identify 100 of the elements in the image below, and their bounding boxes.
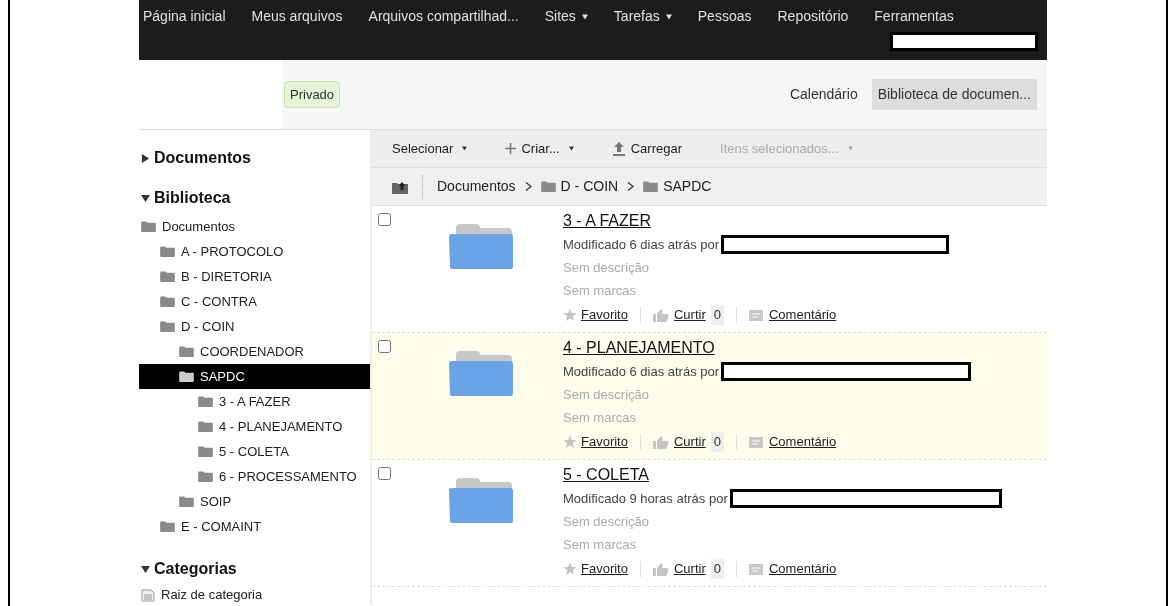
thumbs-up-icon [652,308,669,322]
tags-text: Sem marcas [563,409,636,427]
tree-item[interactable]: COORDENADOR [139,339,370,364]
section-heading[interactable]: Documentos [154,146,251,170]
like-link[interactable]: Curtir [652,305,706,325]
favorite-link[interactable]: Favorito [563,432,628,452]
tree-item[interactable]: 6 - PROCESSAMENTO [139,464,370,489]
header-tab[interactable]: Biblioteca de documen... [871,79,1037,110]
folder-icon [160,296,175,307]
tags-text: Sem marcas [563,282,636,300]
like-count: 0 [710,305,724,325]
tree-item[interactable]: SOIP [139,489,370,514]
comment-link[interactable]: Comentário [749,559,837,579]
toolbar-button[interactable]: Carregar [611,138,683,159]
collapse-arrow-icon[interactable] [141,193,150,203]
folder-icon [198,471,213,482]
breadcrumb-link[interactable]: Documentos [437,176,516,197]
nav-link[interactable]: Sites [544,6,588,27]
tree-item[interactable]: D - COIN [139,314,370,339]
tree-item[interactable]: 3 - A FAZER [139,389,370,414]
folder-icon [179,346,194,357]
folder-title-link[interactable]: 4 - PLANEJAMENTO [563,338,715,358]
toolbar-button[interactable]: Criar... [505,138,574,159]
tree-item[interactable]: SAPDC [139,364,370,389]
nav-link[interactable]: Pessoas [697,6,752,27]
tree-item[interactable]: E - COMAINT [139,514,370,539]
tree-item[interactable]: A - PROTOCOLO [139,239,370,264]
nav-link[interactable]: Meus arquivos [251,6,343,27]
folder-icon [179,371,194,382]
modified-text: Modificado 9 horas atrás por [563,489,728,508]
comment-link[interactable]: Comentário [749,305,837,325]
star-icon [563,308,577,322]
tags-text: Sem marcas [563,536,636,554]
folder-icon [643,181,659,192]
nav-link[interactable]: Ferramentas [874,6,954,27]
folder-icon [160,271,175,282]
nav-link[interactable]: Página inicial [143,6,226,27]
caret-icon [665,13,672,20]
folder-icon[interactable] [448,476,514,524]
like-link[interactable]: Curtir [652,432,706,452]
folder-icon[interactable] [448,349,514,397]
tree-item[interactable]: Documentos [139,214,370,239]
privacy-badge: Privado [284,80,341,109]
nav-link[interactable]: Tarefas [613,6,672,27]
modified-text: Modificado 6 dias atrás por [563,235,720,254]
caret-icon [568,146,574,151]
folder-icon[interactable] [448,222,514,270]
like-count: 0 [710,559,724,579]
folder-icon [160,246,175,257]
folder-icon [160,521,175,532]
chevron-icon [524,182,532,191]
category-link[interactable]: Raiz de categoria [161,585,263,605]
header-tab[interactable]: Calendário [783,79,864,110]
breadcrumb-link[interactable]: D - COIN [540,176,619,197]
caret-icon [462,146,468,151]
favorite-link[interactable]: Favorito [563,305,628,325]
description-text: Sem descrição [563,513,649,531]
like-link[interactable]: Curtir [652,559,706,579]
favorite-link[interactable]: Favorito [563,559,628,579]
description-text: Sem descrição [563,259,649,277]
document-icon [141,587,155,602]
breadcrumb-link[interactable]: SAPDC [643,176,712,197]
folder-title-link[interactable]: 3 - A FAZER [563,211,652,231]
thumbs-up-icon [652,562,669,576]
folder-icon [141,221,156,232]
star-icon [563,562,577,576]
tree-item[interactable]: 5 - COLETA [139,439,370,464]
nav-link[interactable]: Repositório [777,6,849,27]
section-heading[interactable]: Biblioteca [154,186,231,210]
like-count: 0 [710,432,724,452]
tree-item[interactable]: B - DIRETORIA [139,264,370,289]
tree-item[interactable]: C - CONTRA [139,289,370,314]
collapse-arrow-icon[interactable] [141,564,150,574]
nav-link[interactable]: Arquivos compartilhad... [368,6,519,27]
folder-icon [160,321,175,332]
folder-icon [198,421,213,432]
folder-icon [198,446,213,457]
description-text: Sem descrição [563,386,649,404]
comment-icon [749,563,763,575]
thumbs-up-icon [652,435,669,449]
upload-icon [611,141,626,156]
modified-text: Modificado 6 dias atrás por [563,362,720,381]
expand-arrow-icon[interactable] [141,153,150,163]
folder-icon [179,496,194,507]
row-checkbox[interactable] [378,213,391,226]
row-checkbox[interactable] [378,467,391,480]
star-icon [563,435,577,449]
comment-link[interactable]: Comentário [749,432,837,452]
row-checkbox[interactable] [378,340,391,353]
caret-icon [847,146,853,151]
toolbar-button[interactable]: Selecionar [392,138,468,159]
folder-icon [198,396,213,407]
chevron-icon [627,182,635,191]
document-row[interactable]: 4 - PLANEJAMENTO Modificado 6 dias atrás por Sem descrição Sem marcas Favorito Curtir 0 Comentário [372,333,1047,460]
tree-item[interactable]: 4 - PLANEJAMENTO [139,414,370,439]
folder-title-link[interactable]: 5 - COLETA [563,465,649,485]
plus-icon [505,143,517,154]
section-heading[interactable]: Categorias [154,557,237,581]
comment-icon [749,309,763,321]
comment-icon [749,436,763,448]
